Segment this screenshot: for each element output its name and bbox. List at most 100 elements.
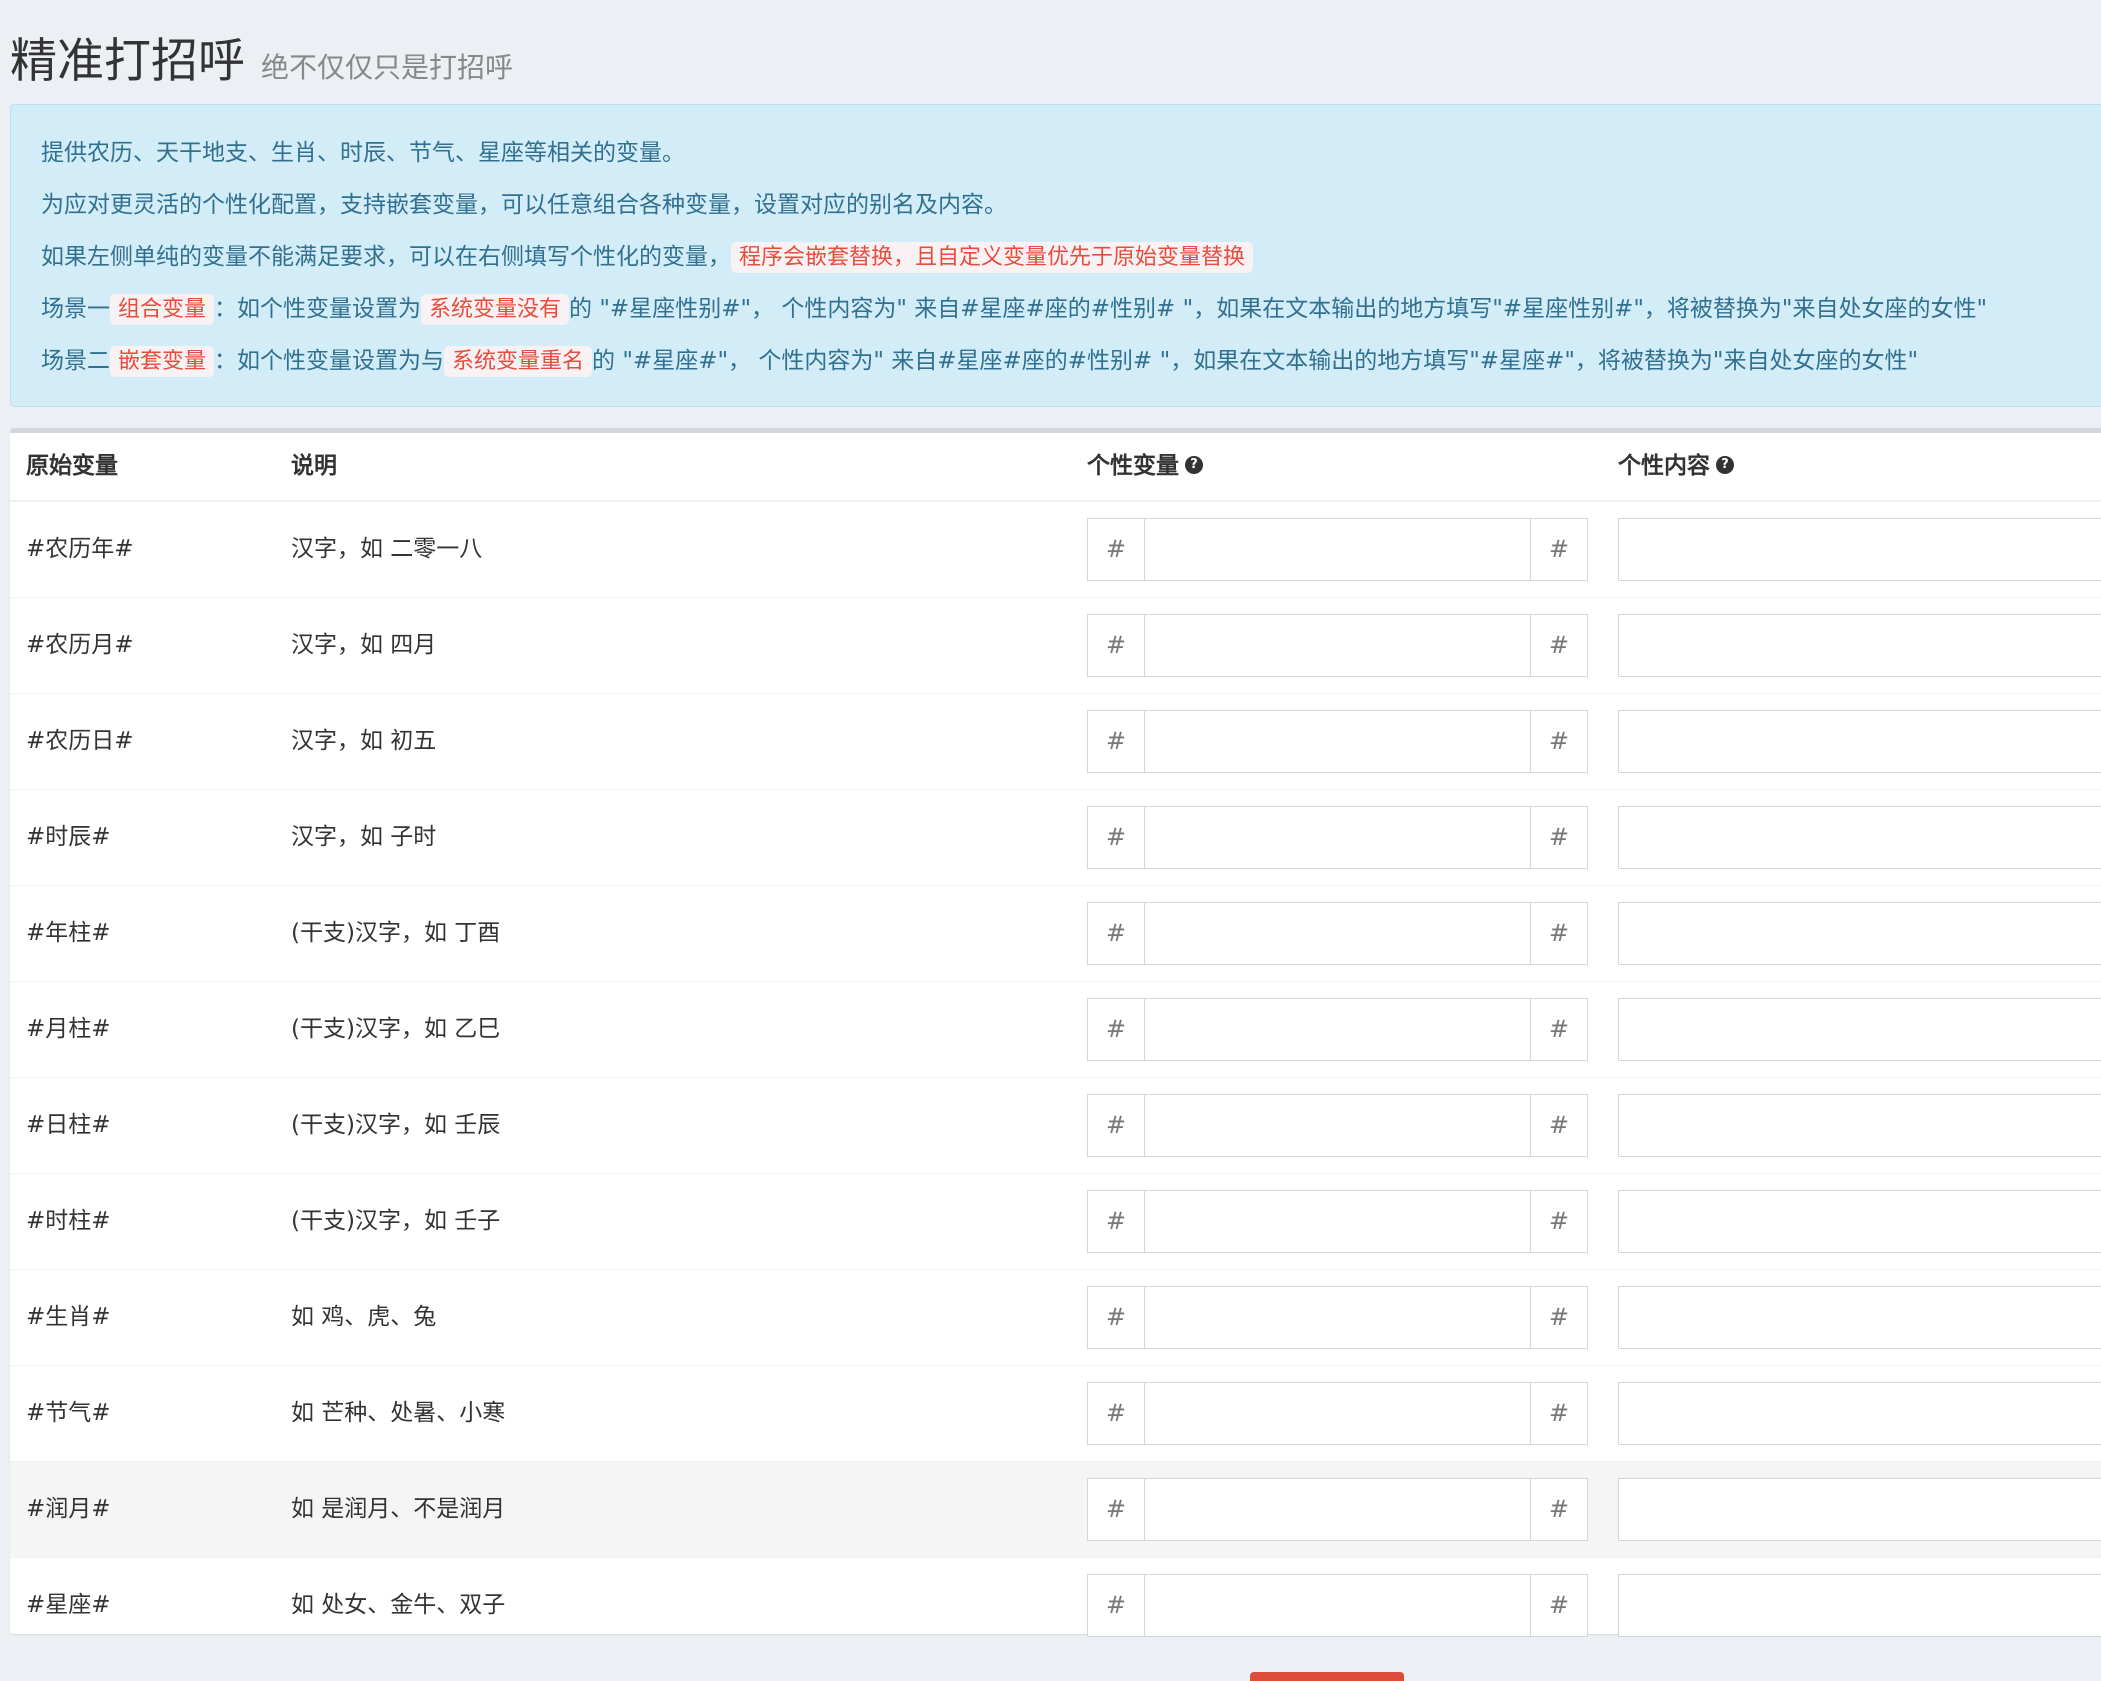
table-row: #时柱# (干支)汉字，如 壬子 # # [10,1174,2101,1270]
alias-input-group: # # [1087,998,1588,1061]
alias-input-group: # # [1087,710,1588,773]
question-circle-icon[interactable]: ? [1716,455,1734,474]
header-content-label: 个性内容 [1618,453,1710,479]
variable-name: #时辰# [26,824,111,850]
scene-2-text-a: ：如个性变量设置为与 [214,348,445,374]
callout-scene-1: 场景一 组合变量 ：如个性变量设置为 系统变量没有的 "#星座性别#"， 个性内容为"… [41,283,2079,335]
table-row: #星座# 如 处女、金牛、双子 # # [10,1558,2101,1653]
content-input[interactable] [1618,806,2101,869]
alias-input[interactable] [1145,1575,1529,1636]
content-input[interactable] [1618,1286,2101,1349]
scene-2-label: 场景二 [41,348,110,374]
hash-suffix: # [1530,1479,1587,1540]
variable-name: #生肖# [26,1304,111,1330]
alias-input-group: # # [1087,902,1588,965]
hash-prefix: # [1088,615,1145,676]
content-input[interactable] [1618,998,2101,1061]
callout-scene-2: 场景二 嵌套变量 ：如个性变量设置为与 系统变量重名的 "#星座#"， 个性内容为" … [41,335,2079,387]
header-content: 个性内容? [1618,433,1734,500]
table-row: #农历年# 汉字，如 二零一八 # # [10,502,2101,598]
table-row: #月柱# (干支)汉字，如 乙巳 # # [10,982,2101,1078]
alias-input-group: # # [1087,614,1588,677]
alias-input[interactable] [1145,1383,1529,1444]
variable-name: #年柱# [26,920,111,946]
hash-suffix: # [1530,999,1587,1060]
header-variable: 原始变量 [26,453,118,479]
alias-input[interactable] [1145,1191,1529,1252]
variable-description: (干支)汉字，如 乙巳 [291,1016,501,1042]
scene-1-tag: 组合变量 [110,294,215,325]
variable-description: 如 处女、金牛、双子 [291,1592,506,1618]
content-input[interactable] [1618,710,2101,773]
callout-line-3-text: 如果左侧单纯的变量不能满足要求，可以在右侧填写个性化的变量， [41,244,731,270]
variable-description: 如 是润月、不是润月 [291,1496,506,1522]
page-title: 精准打招呼 [10,34,245,89]
hash-suffix: # [1530,1095,1587,1156]
variable-name: #农历月# [26,632,134,658]
variable-name: #时柱# [26,1208,111,1234]
content-input[interactable] [1618,1574,2101,1637]
alias-input[interactable] [1145,711,1529,772]
hash-suffix: # [1530,1191,1587,1252]
alias-input[interactable] [1145,807,1529,868]
alias-input[interactable] [1145,1479,1529,1540]
hash-suffix: # [1530,519,1587,580]
hash-prefix: # [1088,1575,1145,1636]
hash-suffix: # [1530,711,1587,772]
table-row: #节气# 如 芒种、处暑、小寒 # # [10,1366,2101,1462]
variable-name: #农历日# [26,728,134,754]
hash-suffix: # [1530,615,1587,676]
table-row: #润月# 如 是润月、不是润月 # # [10,1462,2101,1558]
callout-line-3: 如果左侧单纯的变量不能满足要求，可以在右侧填写个性化的变量， 程序会嵌套替换，且自… [41,231,2079,283]
scene-2-tag-2: 系统变量重名 [444,346,593,377]
content-input[interactable] [1618,614,2101,677]
content-input[interactable] [1618,1094,2101,1157]
hash-prefix: # [1088,903,1145,964]
hash-suffix: # [1530,903,1587,964]
variable-description: 如 鸡、虎、兔 [291,1304,437,1330]
variable-description: 汉字，如 四月 [291,632,437,658]
variables-table: 原始变量 说明 个性变量? 个性内容? #农历年# 汉字，如 二零一八 # # #农历月… [10,428,2101,1637]
save-button[interactable] [1250,1672,1404,1681]
variable-description: 汉字，如 子时 [291,824,437,850]
page-subtitle: 绝不仅仅只是打招呼 [261,51,514,84]
alias-input[interactable] [1145,999,1529,1060]
variable-description: 汉字，如 初五 [291,728,437,754]
table-body: #农历年# 汉字，如 二零一八 # # #农历月# 汉字，如 四月 # # #农历日# 汉字，如 … [10,502,2101,1653]
header-alias: 个性变量? [1087,433,1203,500]
scene-1-text-a: ：如个性变量设置为 [214,296,422,322]
callout-line-1: 提供农历、天干地支、生肖、时辰、节气、星座等相关的变量。 [41,140,685,166]
scene-2-tag: 嵌套变量 [110,346,215,377]
content-input[interactable] [1618,518,2101,581]
variable-description: (干支)汉字，如 壬子 [291,1208,501,1234]
alias-input[interactable] [1145,519,1529,580]
hash-suffix: # [1530,1287,1587,1348]
alias-input-group: # # [1087,1478,1588,1541]
table-row: #年柱# (干支)汉字，如 丁酉 # # [10,886,2101,982]
scene-1-label: 场景一 [41,296,110,322]
alias-input[interactable] [1145,1095,1529,1156]
content-input[interactable] [1618,1382,2101,1445]
scene-1-tag-2: 系统变量没有 [421,294,570,325]
alias-input[interactable] [1145,615,1529,676]
header-description: 说明 [291,453,337,479]
content-input[interactable] [1618,902,2101,965]
hash-suffix: # [1530,807,1587,868]
alias-input-group: # # [1087,1286,1588,1349]
alias-input[interactable] [1145,903,1529,964]
content-input[interactable] [1618,1190,2101,1253]
table-row: #时辰# 汉字，如 子时 # # [10,790,2101,886]
content-input[interactable] [1618,1478,2101,1541]
hash-prefix: # [1088,519,1145,580]
table-row: #农历日# 汉字，如 初五 # # [10,694,2101,790]
question-circle-icon[interactable]: ? [1185,455,1203,474]
alias-input-group: # # [1087,1094,1588,1157]
hash-prefix: # [1088,1383,1145,1444]
hash-prefix: # [1088,1191,1145,1252]
hash-prefix: # [1088,1479,1145,1540]
alias-input-group: # # [1087,1574,1588,1637]
hash-prefix: # [1088,807,1145,868]
variable-description: 汉字，如 二零一八 [291,536,483,562]
variable-name: #星座# [26,1592,111,1618]
alias-input[interactable] [1145,1287,1529,1348]
